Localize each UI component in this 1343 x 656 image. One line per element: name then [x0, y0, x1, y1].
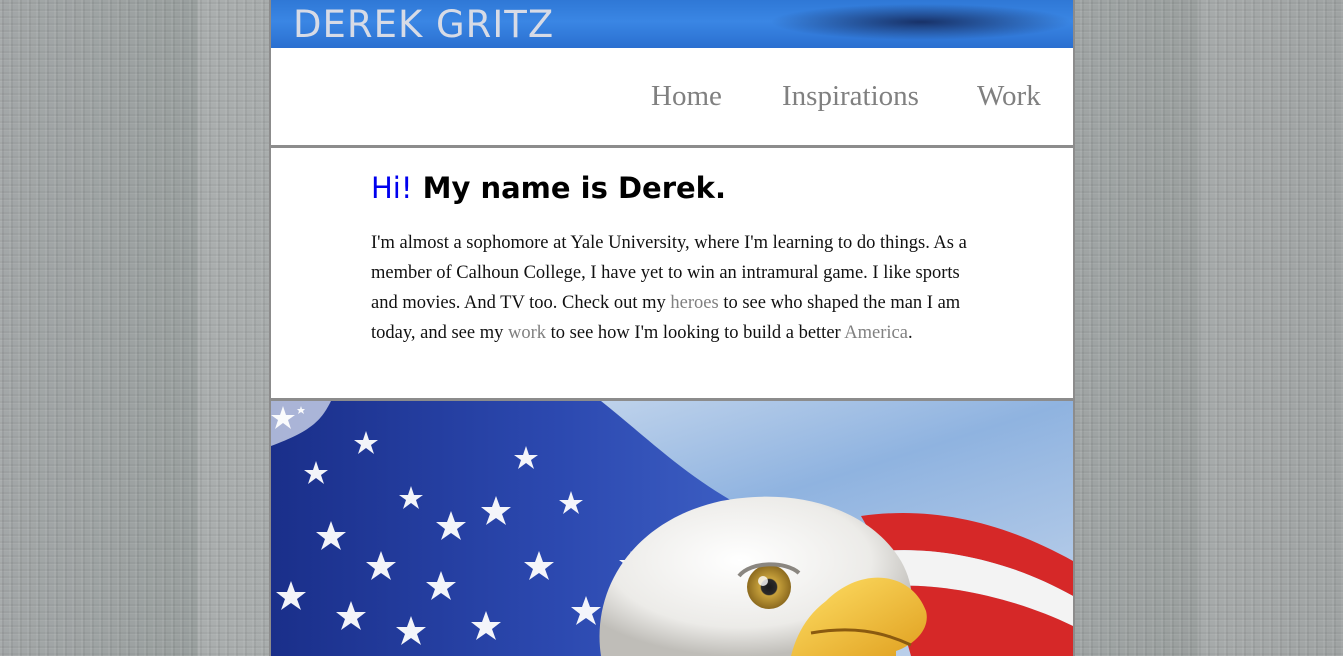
intro-section: Hi! My name is Derek. I'm almost a sopho…: [271, 148, 1073, 398]
eagle-flag-illustration: [271, 401, 1073, 656]
main-nav: Home Inspirations Work: [271, 48, 1073, 145]
hero-image: [271, 401, 1073, 656]
page: { "banner": { "title": "DEREK GRITZ" }, …: [0, 0, 1343, 656]
nav-link-home[interactable]: Home: [651, 76, 722, 116]
greeting-name: My name is Derek.: [412, 171, 726, 205]
page-container: DEREK GRITZ Home Inspirations Work Hi! M…: [269, 0, 1075, 656]
heroes-link[interactable]: heroes: [670, 293, 718, 313]
nav-link-work[interactable]: Work: [977, 76, 1041, 116]
greeting-hi: Hi!: [371, 171, 413, 205]
bio-paragraph: I'm almost a sophomore at Yale Universit…: [371, 228, 977, 348]
site-title: DEREK GRITZ: [293, 3, 555, 46]
bio-text: .: [907, 323, 913, 343]
america-link[interactable]: America: [844, 323, 908, 343]
bio-text: to see how I'm looking to build a better: [546, 323, 845, 343]
greeting-heading: Hi! My name is Derek.: [371, 168, 726, 208]
nav-link-inspirations[interactable]: Inspirations: [782, 76, 919, 116]
site-banner: DEREK GRITZ: [271, 0, 1073, 48]
work-link[interactable]: work: [508, 323, 546, 343]
